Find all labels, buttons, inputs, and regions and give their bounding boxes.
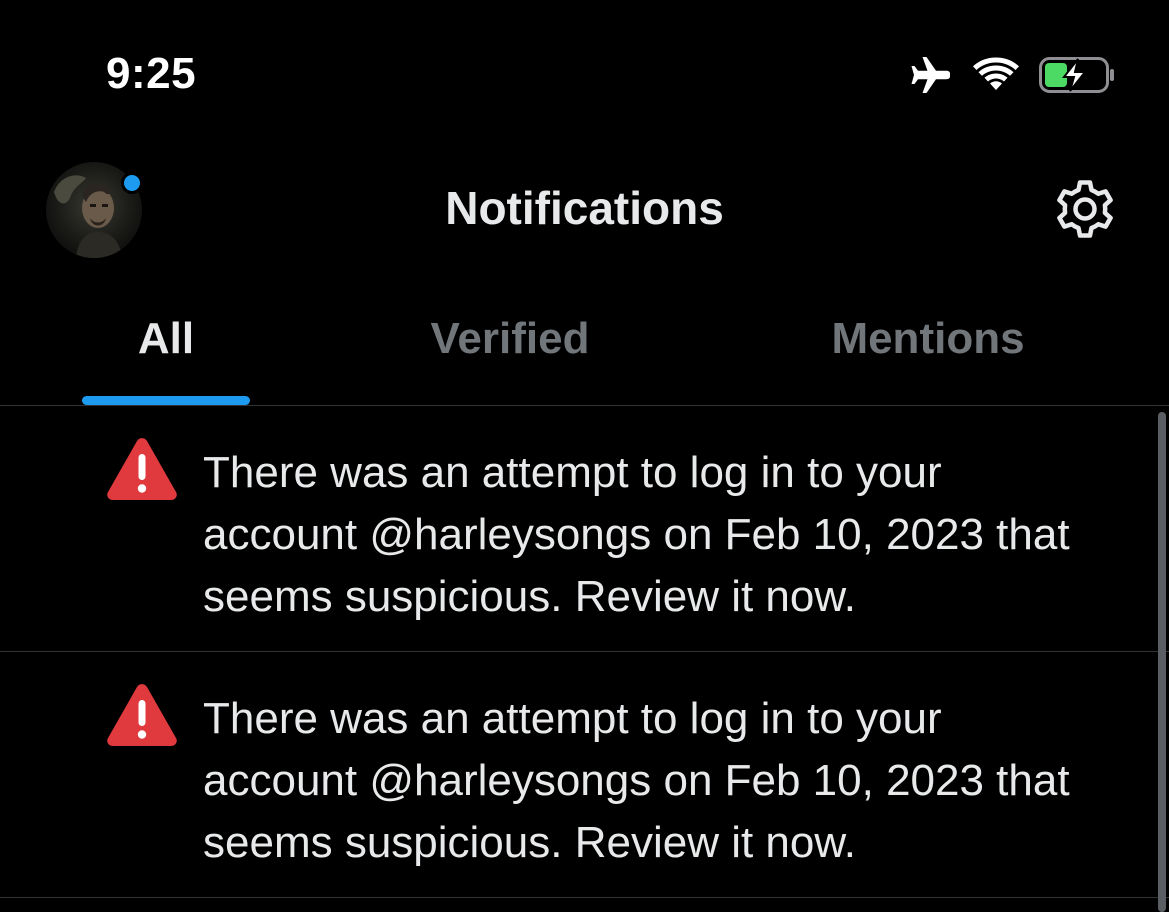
- tab-label: All: [137, 314, 195, 363]
- notification-item[interactable]: There was an attempt to log in to your a…: [0, 406, 1169, 652]
- active-tab-indicator: [82, 396, 250, 405]
- battery-charging-icon: [1039, 56, 1117, 94]
- tab-label: Verified: [430, 314, 590, 363]
- notification-tabs: All Verified Mentions: [0, 300, 1169, 406]
- settings-button[interactable]: [1050, 176, 1120, 246]
- status-icons: [909, 52, 1117, 98]
- status-time: 9:25: [106, 49, 197, 98]
- tab-label: Mentions: [831, 314, 1025, 363]
- gear-icon: [1053, 177, 1117, 246]
- tab-all[interactable]: All: [82, 300, 250, 405]
- notifications-screen: 9:25 Notifications All Verified Mentions…: [0, 0, 1169, 912]
- airplane-mode-icon: [909, 55, 953, 95]
- notification-item[interactable]: There was an attempt to log in to your a…: [0, 652, 1169, 898]
- tab-mentions[interactable]: Mentions: [790, 300, 1066, 405]
- warning-icon: [106, 436, 178, 502]
- notifications-list: There was an attempt to log in to your a…: [0, 406, 1169, 898]
- scrollbar[interactable]: [1158, 412, 1166, 912]
- notification-text: There was an attempt to log in to your a…: [203, 448, 1070, 621]
- wifi-icon: [973, 57, 1019, 93]
- tab-verified[interactable]: Verified: [380, 300, 640, 405]
- page-title: Notifications: [445, 182, 724, 234]
- header: Notifications: [0, 150, 1169, 270]
- status-bar: 9:25: [0, 0, 1169, 150]
- notification-text: There was an attempt to log in to your a…: [203, 694, 1070, 867]
- warning-icon: [106, 682, 178, 748]
